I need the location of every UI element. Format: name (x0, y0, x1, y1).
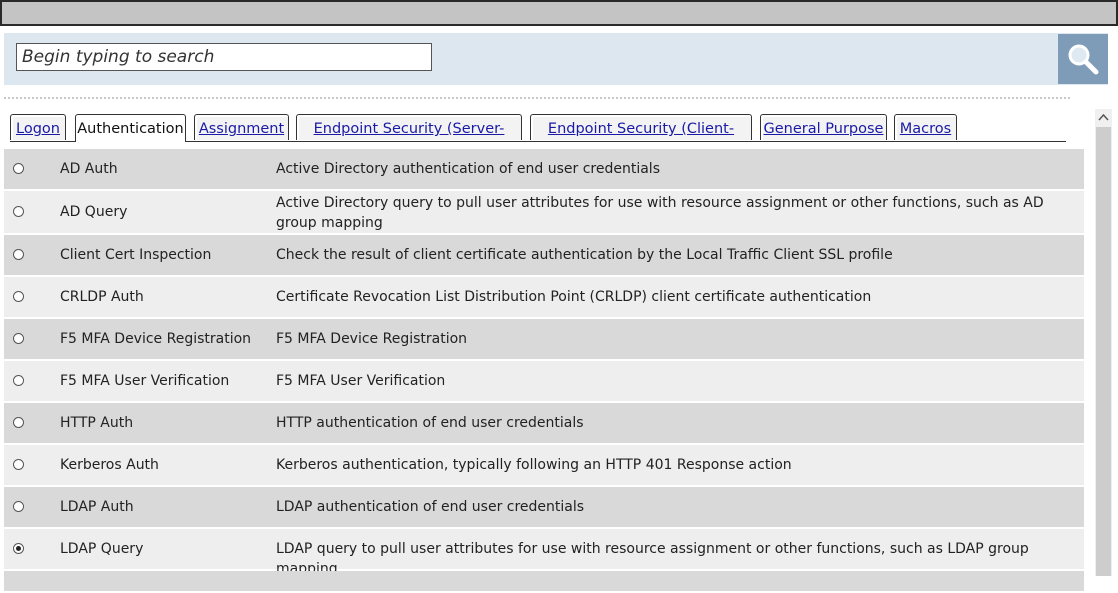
item-name: AD Query (60, 204, 128, 220)
item-name: LDAP Auth (60, 499, 134, 515)
radio-button[interactable] (13, 417, 24, 428)
item-description: HTTP authentication of end user credenti… (276, 415, 584, 431)
list-item[interactable]: AD Auth Active Directory authentication … (4, 149, 1084, 191)
list-item[interactable]: HTTP Auth HTTP authentication of end use… (4, 403, 1084, 445)
item-description: LDAP authentication of end user credenti… (276, 499, 585, 515)
list-item (4, 571, 1084, 593)
agent-list: AD Auth Active Directory authentication … (4, 149, 1084, 593)
item-name: Client Cert Inspection (60, 247, 212, 263)
item-description: F5 MFA Device Registration (276, 331, 468, 347)
window-title-bar (0, 0, 1118, 26)
list-item[interactable]: LDAP Auth LDAP authentication of end use… (4, 487, 1084, 529)
tab-logon[interactable]: Logon (10, 114, 66, 140)
item-description: F5 MFA User Verification (276, 373, 446, 389)
list-item[interactable]: F5 MFA User Verification F5 MFA User Ver… (4, 361, 1084, 403)
search-icon (1068, 44, 1099, 75)
search-button[interactable] (1058, 34, 1108, 84)
tab-assignment[interactable]: Assignment (194, 114, 289, 140)
scrollbar-thumb[interactable] (1096, 127, 1111, 576)
tab-authentication[interactable]: Authentication (75, 114, 186, 142)
item-name: F5 MFA Device Registration (60, 331, 252, 347)
radio-button[interactable] (13, 333, 24, 344)
radio-button[interactable] (13, 375, 24, 386)
radio-button[interactable] (13, 543, 24, 554)
search-bar (4, 33, 1108, 85)
search-input[interactable] (16, 43, 432, 71)
radio-button[interactable] (13, 459, 24, 470)
item-description: Certificate Revocation List Distribution… (276, 289, 872, 305)
scroll-up-button[interactable] (1095, 109, 1112, 126)
radio-button[interactable] (13, 291, 24, 302)
list-item[interactable]: F5 MFA Device Registration F5 MFA Device… (4, 319, 1084, 361)
item-name: HTTP Auth (60, 415, 134, 431)
list-item[interactable]: Kerberos Auth Kerberos authentication, t… (4, 445, 1084, 487)
list-item[interactable]: CRLDP Auth Certificate Revocation List D… (4, 277, 1084, 319)
list-item[interactable]: AD Query Active Directory query to pull … (4, 191, 1084, 235)
item-description: Active Directory authentication of end u… (276, 161, 660, 177)
tab-endpoint-security-server[interactable]: Endpoint Security (Server-Side) (296, 114, 522, 165)
item-name: LDAP Query (60, 541, 144, 557)
tab-general-purpose[interactable]: General Purpose (760, 114, 887, 140)
radio-button[interactable] (13, 501, 24, 512)
radio-button[interactable] (13, 249, 24, 260)
item-name: AD Auth (60, 161, 118, 177)
item-description: Check the result of client certificate a… (276, 247, 893, 263)
radio-button[interactable] (13, 206, 24, 217)
item-name: CRLDP Auth (60, 289, 144, 305)
vertical-scrollbar[interactable] (1095, 109, 1112, 576)
radio-button[interactable] (13, 163, 24, 174)
item-name: Kerberos Auth (60, 457, 159, 473)
item-name: F5 MFA User Verification (60, 373, 230, 389)
chevron-up-icon (1098, 113, 1109, 121)
tab-endpoint-security-client[interactable]: Endpoint Security (Client-Side) (530, 114, 752, 165)
tab-macros[interactable]: Macros (894, 114, 957, 140)
list-item[interactable]: Client Cert Inspection Check the result … (4, 235, 1084, 277)
category-tabs: Logon Authentication Assignment Endpoint… (10, 114, 1066, 165)
item-description: Active Directory query to pull user attr… (276, 195, 1044, 231)
item-description: Kerberos authentication, typically follo… (276, 457, 792, 473)
list-item[interactable]: LDAP Query LDAP query to pull user attri… (4, 529, 1084, 577)
divider (4, 97, 1070, 99)
